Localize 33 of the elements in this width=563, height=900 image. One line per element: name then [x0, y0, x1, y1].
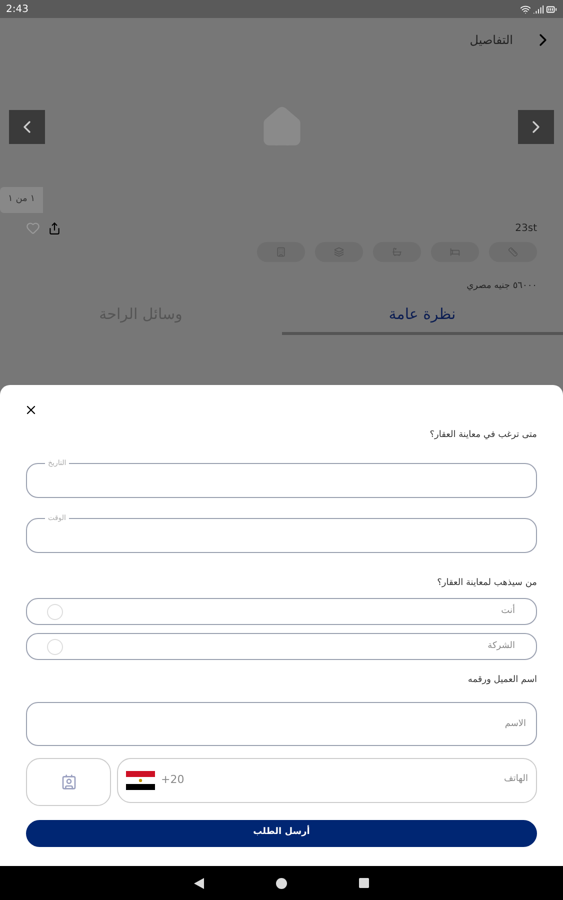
submit-button[interactable]: أرسل الطلب: [26, 820, 537, 846]
tab[interactable]: نظرة عامة: [282, 303, 563, 334]
image-counter: ١ من ١: [0, 187, 44, 212]
contact-card-icon: [60, 774, 76, 790]
price: ٥٦٠٠٠ جنيه مصري: [466, 280, 538, 292]
close-icon[interactable]: [24, 403, 38, 417]
question-text: متى ترغب في معاينة العقار؟: [428, 429, 537, 442]
clock: 2:43: [6, 2, 28, 16]
radio-button[interactable]: [47, 638, 63, 654]
name-field[interactable]: الاسم: [26, 702, 537, 746]
feature-icon: [276, 246, 286, 256]
feature-icon: [334, 246, 344, 256]
radio-button[interactable]: [47, 604, 63, 620]
battery-icon: [546, 4, 557, 14]
previous-image-button[interactable]: [9, 110, 45, 144]
feature-icon: [508, 246, 518, 256]
radio-option[interactable]: أنت: [26, 598, 537, 625]
listing-name: 23st: [515, 222, 537, 236]
back-triangle-icon[interactable]: [194, 878, 204, 888]
home-circle-icon[interactable]: [276, 878, 287, 888]
feature-icon: [450, 246, 460, 256]
next-image-button[interactable]: [518, 110, 554, 144]
flag-icon: [126, 770, 155, 790]
wifi-icon: [520, 4, 531, 14]
share-icon[interactable]: [48, 222, 61, 234]
page-title: التفاصيل: [470, 32, 513, 49]
feature-icon: [392, 246, 402, 256]
question-text: من سيذهب لمعاينة العقار؟: [436, 576, 537, 590]
phone-input[interactable]: الهاتف: [184, 773, 528, 787]
client-label: اسم العميل ورقمه: [466, 674, 537, 687]
radio-option[interactable]: الشركة: [26, 633, 537, 660]
country-code: +20: [161, 772, 184, 788]
signal-icon: [533, 4, 544, 14]
